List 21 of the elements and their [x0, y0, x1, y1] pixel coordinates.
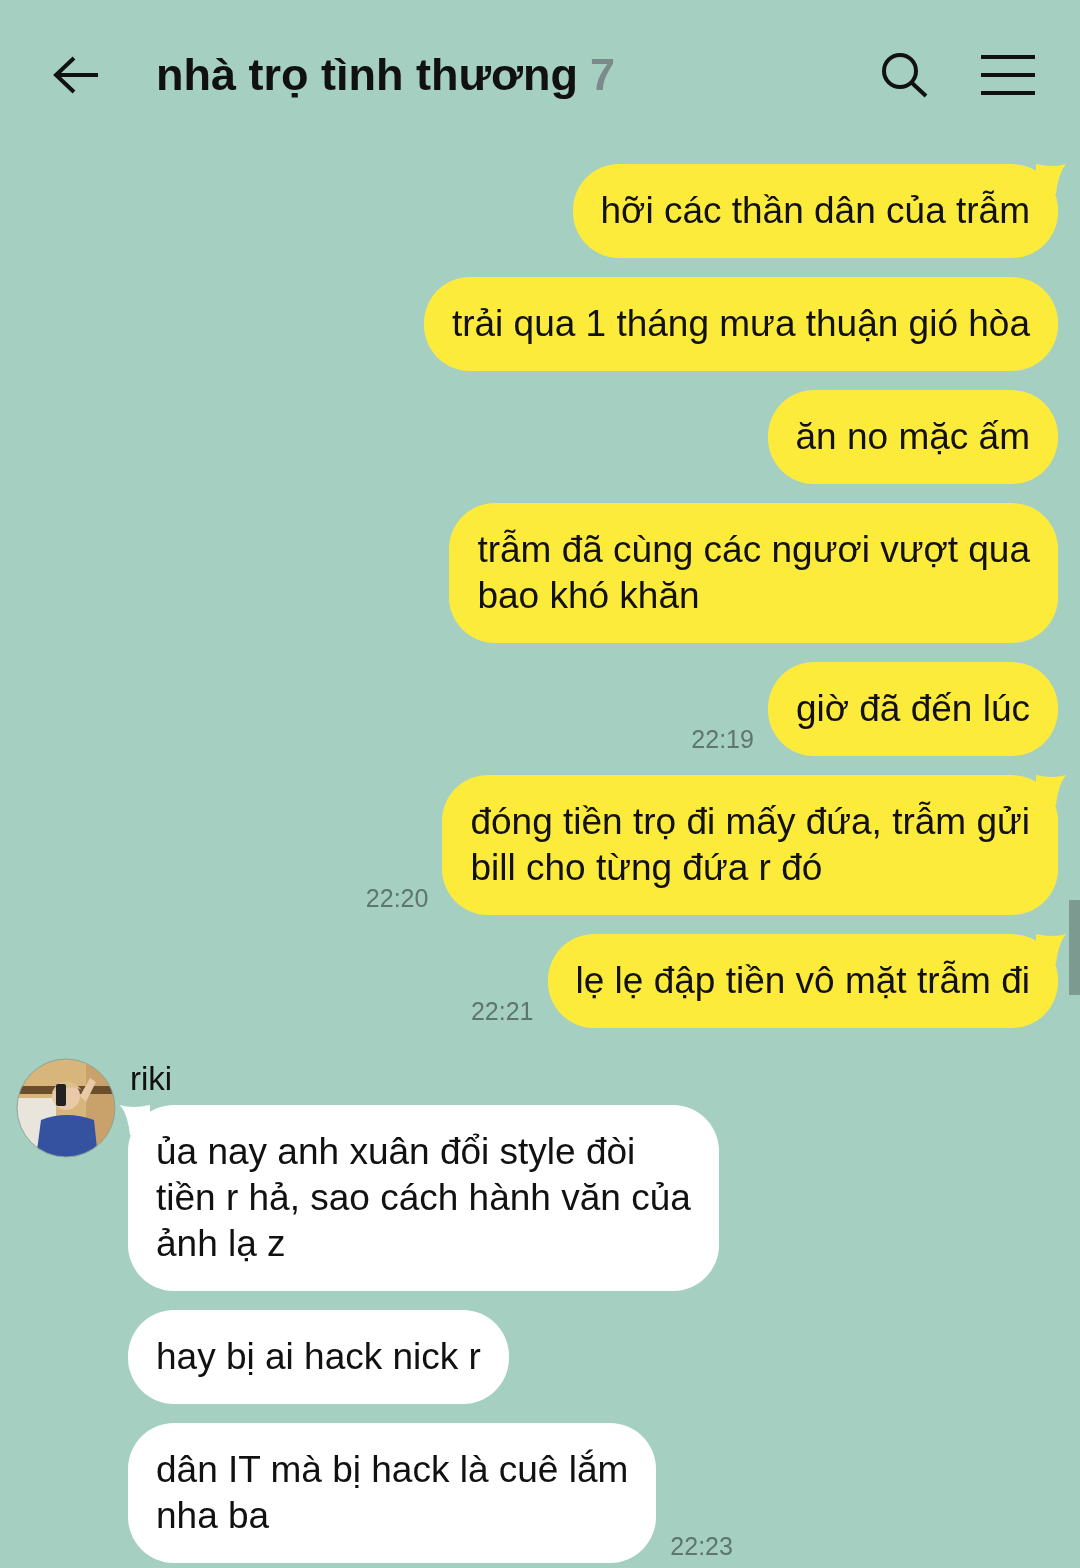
message-bubble: giờ đã đến lúc: [767, 662, 1058, 756]
bubble-tail: [1036, 934, 1066, 964]
message-bubble: hay bị ai hack nick r: [128, 1310, 509, 1404]
bubble-tail: [1036, 775, 1066, 805]
back-arrow-icon[interactable]: [52, 55, 100, 95]
message-bubble: trải qua 1 tháng mưa thuận gió hòa: [423, 277, 1058, 371]
message-time: 22:19: [691, 725, 754, 755]
message-bubble: ăn no mặc ấm: [767, 390, 1058, 484]
message-time: 22:21: [470, 997, 534, 1027]
search-icon[interactable]: [881, 52, 929, 98]
message-bubble: trẫm đã cùng các ngươi vượt qua bao khó khăn: [449, 503, 1058, 643]
menu-icon[interactable]: [981, 55, 1035, 95]
sender-name: riki: [130, 1060, 173, 1098]
member-count: 7: [590, 49, 616, 101]
bubble-tail: [120, 1105, 150, 1135]
bubble-tail: [1036, 164, 1066, 194]
message-time: 22:20: [365, 884, 429, 914]
chat-title: nhà trọ tình thương: [156, 49, 578, 101]
message-time: 22:23: [670, 1532, 733, 1562]
scrollbar[interactable]: [1069, 900, 1080, 995]
message-bubble: dân IT mà bị hack là cuê lắm nha ba: [128, 1423, 657, 1563]
